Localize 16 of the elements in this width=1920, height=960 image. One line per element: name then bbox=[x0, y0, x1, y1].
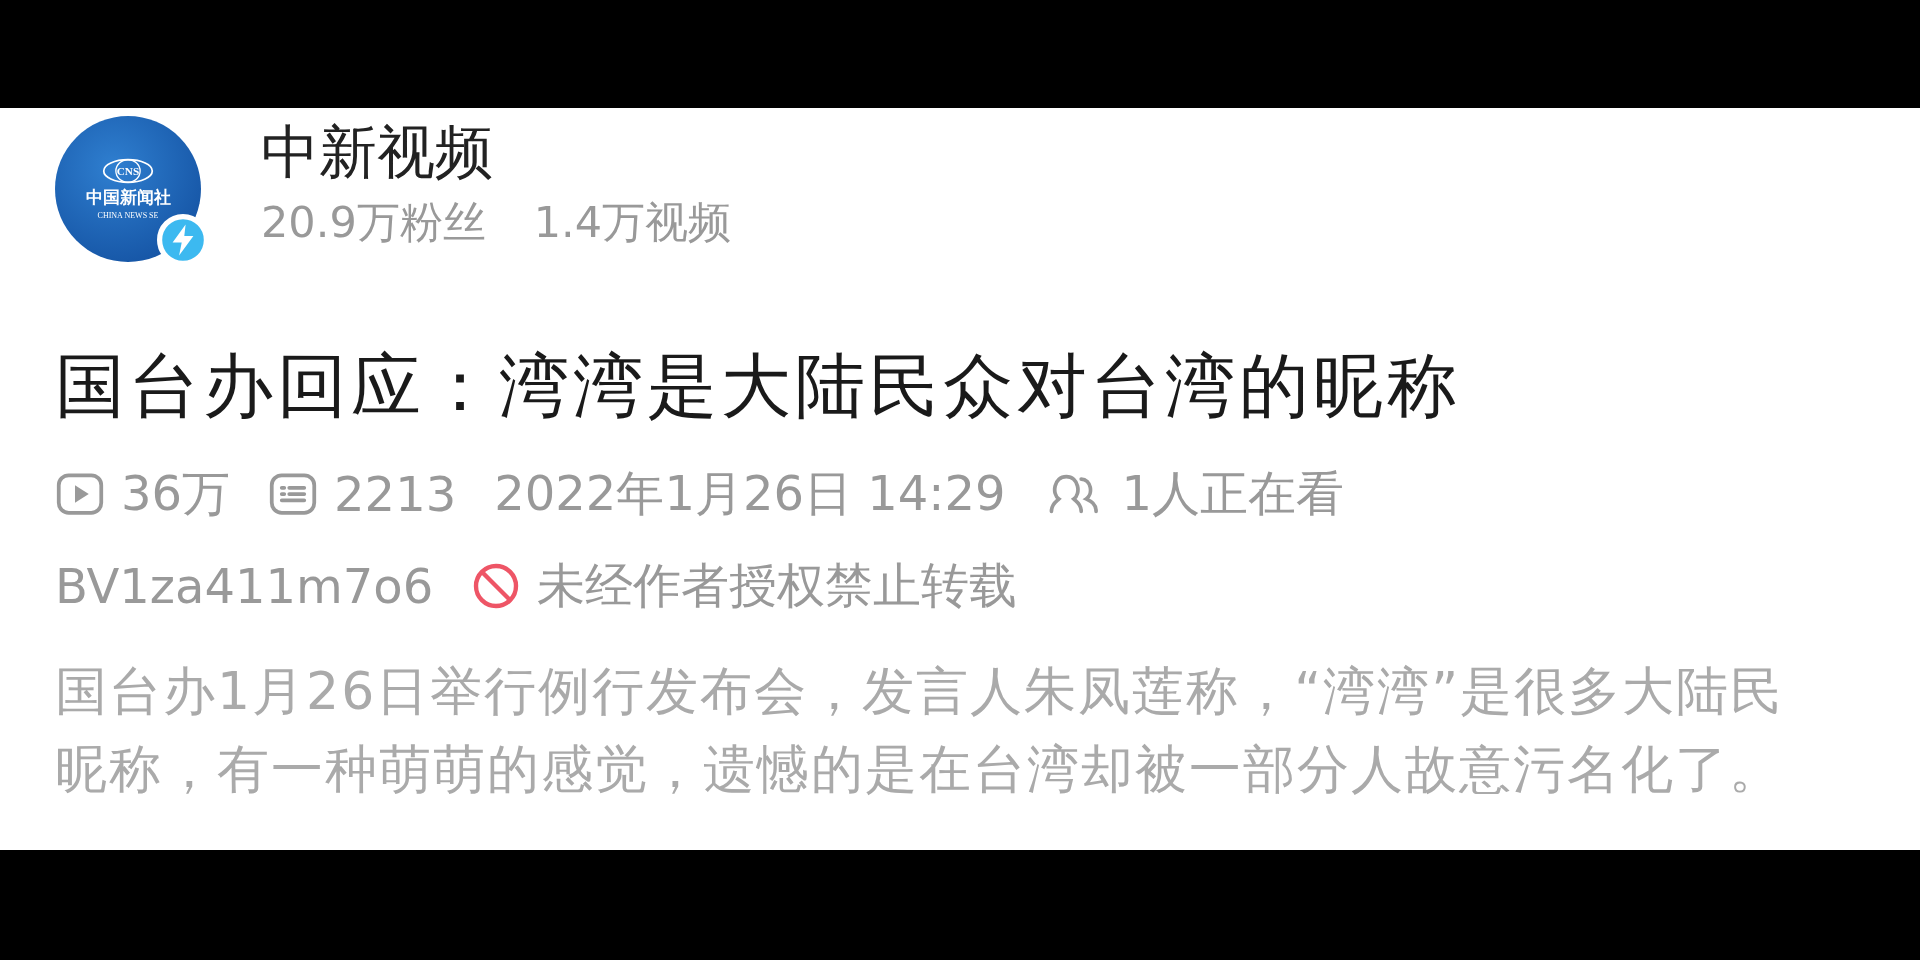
reprint-notice: 未经作者授权禁止转载 bbox=[537, 556, 1018, 615]
video-title: 国台办回应：湾湾是大陆民众对台湾的昵称 bbox=[55, 344, 1462, 429]
description-line: 昵称，有一种萌萌的感觉，遗憾的是在台湾却被一部分人故意污名化了。 bbox=[55, 738, 1784, 801]
globe-emblem-icon: CNS bbox=[102, 158, 154, 184]
channel-avatar[interactable]: CNS 中国新闻社 CHINA NEWS SE bbox=[55, 116, 201, 262]
video-stat: 2022年1月26日 14:29 bbox=[494, 464, 1006, 523]
video-stat: 1人正在看 bbox=[1121, 464, 1345, 523]
avatar-logo-subtext: CHINA NEWS SE bbox=[97, 211, 159, 220]
video-count: 1.4万视频 bbox=[533, 195, 732, 249]
avatar-logo-text: 中国新闻社 bbox=[85, 186, 171, 209]
channel-name[interactable]: 中新视频 bbox=[261, 118, 732, 188]
video-stat: 36万 bbox=[121, 464, 231, 523]
description-line: 国台办1月26日举行例行发布会，发言人朱凤莲称，“湾湾”是很多大陆民 bbox=[55, 660, 1786, 723]
video-id: BV1za411m7o6 bbox=[55, 558, 434, 614]
video-stat: 2213 bbox=[334, 466, 457, 522]
follower-count: 20.9万粉丝 bbox=[261, 195, 486, 249]
